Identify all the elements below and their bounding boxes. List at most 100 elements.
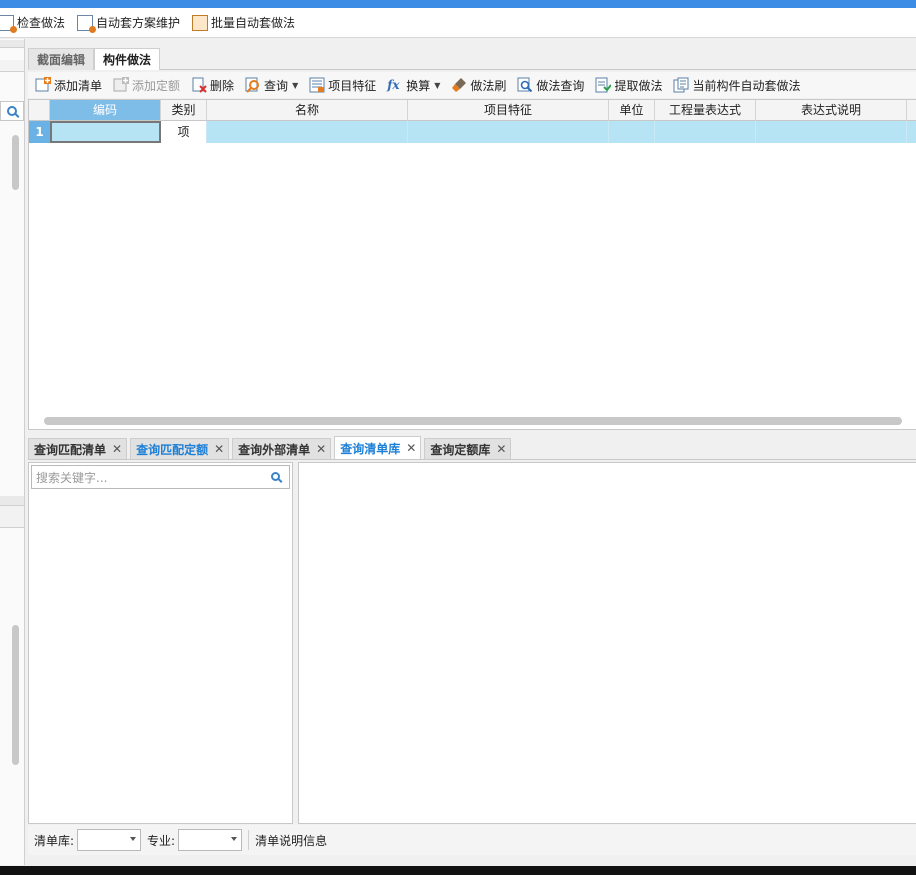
tab-list-library[interactable]: 查询清单库 ✕ [334, 436, 422, 459]
batch-apply-label: 批量自动套做法 [211, 16, 296, 30]
add-quota-icon [113, 77, 130, 92]
cell-expression[interactable] [655, 121, 756, 143]
delete-button[interactable]: 删除 [188, 74, 237, 96]
extract-method-icon [595, 77, 612, 93]
left-lower-toolbar [0, 506, 24, 528]
tab-list-library-label: 查询清单库 [340, 441, 401, 456]
row-number[interactable]: 1 [29, 121, 50, 143]
column-header-code[interactable]: 编码 [50, 100, 161, 121]
close-icon[interactable]: ✕ [316, 442, 326, 456]
cell-unit[interactable] [609, 121, 655, 143]
search-icon[interactable] [271, 472, 280, 481]
tab-match-list-label: 查询匹配清单 [34, 442, 107, 457]
column-header-expression-desc[interactable]: 表达式说明 [756, 100, 907, 121]
close-icon[interactable]: ✕ [112, 442, 122, 456]
list-lib-label: 清单库: [34, 833, 75, 848]
item-features-button[interactable]: 项目特征 [306, 74, 379, 96]
method-query-icon [517, 77, 533, 93]
tab-external-list[interactable]: 查询外部清单 ✕ [232, 438, 332, 459]
main-tab-bar: 截面编辑 构件做法 [28, 48, 916, 70]
method-brush-label: 做法刷 [470, 78, 507, 93]
method-brush-button[interactable]: 做法刷 [448, 74, 509, 96]
column-header-unit[interactable]: 单位 [609, 100, 655, 121]
current-auto-label: 当前构件自动套做法 [692, 78, 801, 93]
chevron-down-icon [231, 837, 238, 841]
method-grid: 编码 类别 名称 项目特征 单位 工程量表达式 表达式说明 1 项 [28, 99, 916, 430]
taskbar-edge [0, 866, 916, 875]
top-toolbar: 检查做法 自动套方案维护 批量自动套做法 [0, 8, 916, 38]
tab-section-edit[interactable]: 截面编辑 [28, 48, 95, 70]
close-icon[interactable]: ✕ [406, 441, 416, 455]
tab-match-list[interactable]: 查询匹配清单 ✕ [28, 438, 128, 459]
list-detail-pane [298, 462, 916, 824]
chevron-down-icon[interactable]: ▼ [434, 81, 440, 90]
delete-icon [192, 77, 207, 93]
list-info-label: 清单说明信息 [255, 833, 328, 848]
divider [248, 830, 250, 850]
keyword-search-box [31, 465, 290, 489]
query-tab-bar: 查询匹配清单 ✕ 查询匹配定额 ✕ 查询外部清单 ✕ 查询清单库 ✕ 查询定额库 ✕ [28, 436, 916, 460]
item-features-icon [309, 77, 325, 93]
add-list-label: 添加清单 [54, 78, 103, 93]
column-header-type[interactable]: 类别 [161, 100, 207, 121]
auto-scheme-label: 自动套方案维护 [96, 16, 181, 30]
add-list-icon [35, 77, 51, 92]
list-tree-pane [28, 462, 293, 824]
item-features-label: 项目特征 [328, 78, 377, 93]
current-auto-button[interactable]: 当前构件自动套做法 [670, 74, 803, 96]
query-label: 查询 [264, 78, 289, 93]
close-icon[interactable]: ✕ [496, 442, 506, 456]
left-lower-scrollbar[interactable] [12, 625, 19, 765]
extract-method-button[interactable]: 提取做法 [592, 74, 665, 96]
left-pane-header [0, 40, 24, 48]
check-method-button[interactable]: 检查做法 [0, 12, 69, 34]
cell-expression-desc[interactable] [756, 121, 907, 143]
left-vertical-scrollbar[interactable] [12, 135, 19, 190]
fx-icon: fx [387, 78, 400, 92]
tab-component-method[interactable]: 构件做法 [94, 48, 161, 70]
method-query-button[interactable]: 做法查询 [514, 74, 587, 96]
batch-apply-button[interactable]: 批量自动套做法 [188, 12, 299, 34]
tab-match-quota[interactable]: 查询匹配定额 ✕ [130, 438, 230, 459]
brush-icon [452, 78, 467, 92]
left-search-box[interactable] [0, 101, 24, 121]
close-icon[interactable]: ✕ [214, 442, 224, 456]
add-quota-label: 添加定额 [132, 78, 181, 93]
chevron-down-icon[interactable]: ▼ [292, 81, 298, 90]
specialty-label: 专业: [147, 833, 176, 848]
method-query-label: 做法查询 [536, 78, 585, 93]
keyword-search-input[interactable] [34, 467, 263, 489]
chevron-down-icon [130, 837, 137, 841]
method-toolbar: 添加清单 添加定额 删除 查询 ▼ 项目特征 fx 换算 ▼ 做法刷 做法查询 … [28, 72, 916, 98]
bottom-filter-bar: 清单库: 专业: 清单说明信息 [28, 825, 916, 855]
check-method-label: 检查做法 [17, 16, 66, 30]
column-header-expression[interactable]: 工程量表达式 [655, 100, 756, 121]
title-accent-bar [0, 0, 916, 8]
grid-horizontal-scrollbar[interactable] [44, 417, 902, 425]
cell-features[interactable] [408, 121, 609, 143]
convert-button[interactable]: fx 换算 ▼ [384, 74, 443, 96]
tab-quota-library[interactable]: 查询定额库 ✕ [424, 438, 512, 459]
cell-type[interactable]: 项 [161, 121, 207, 143]
cell-code[interactable] [50, 121, 161, 143]
current-auto-icon [673, 77, 689, 93]
list-lib-select[interactable] [77, 829, 142, 851]
tab-external-list-label: 查询外部清单 [238, 442, 311, 457]
add-quota-button[interactable]: 添加定额 [110, 74, 183, 96]
left-pane-toolbar [0, 60, 24, 72]
column-header-name[interactable]: 名称 [207, 100, 408, 121]
check-method-icon [0, 14, 17, 33]
add-list-button[interactable]: 添加清单 [32, 74, 105, 96]
tab-quota-library-label: 查询定额库 [430, 442, 491, 457]
grid-corner [29, 100, 50, 121]
cell-filler [907, 121, 916, 143]
column-header-features[interactable]: 项目特征 [408, 100, 609, 121]
query-button[interactable]: 查询 ▼ [242, 74, 301, 96]
auto-scheme-button[interactable]: 自动套方案维护 [73, 12, 184, 34]
query-icon [245, 77, 260, 93]
cell-name[interactable] [207, 121, 408, 143]
search-icon[interactable] [7, 106, 17, 116]
extract-method-label: 提取做法 [614, 78, 663, 93]
specialty-select[interactable] [178, 829, 243, 851]
delete-label: 删除 [210, 78, 235, 93]
